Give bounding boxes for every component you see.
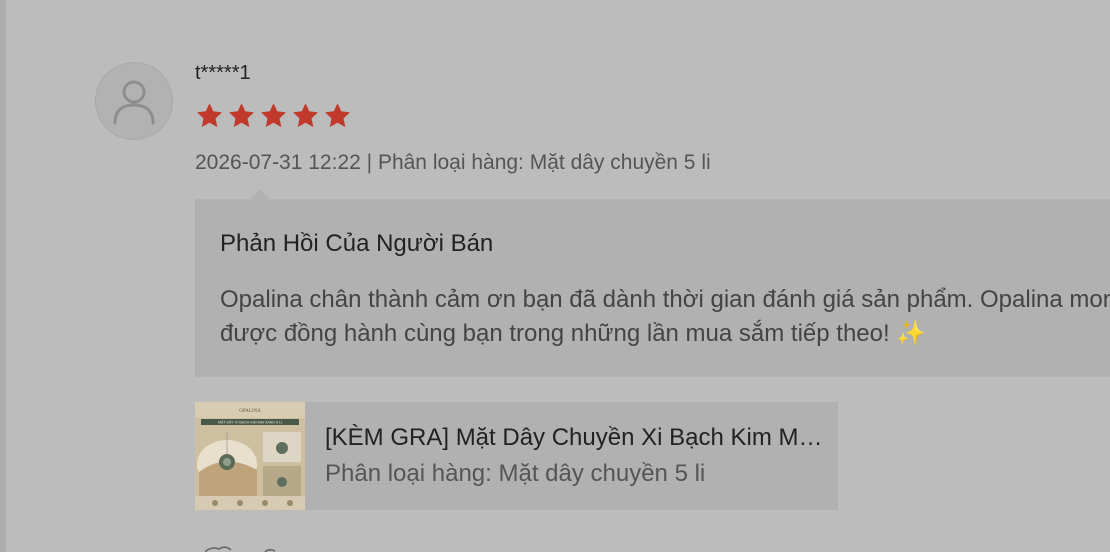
reply-pointer — [250, 189, 270, 199]
thumbnail-caption: MẶT DÂY XI BẠCH KIM MAI XANH 5 LI — [218, 421, 282, 425]
meta-separator: | — [360, 151, 378, 174]
star-icon — [325, 103, 350, 127]
product-name[interactable]: [KÈM GRA] Mặt Dây Chuyền Xi Bạch Kim Mai… — [325, 424, 825, 452]
avatar — [95, 62, 173, 140]
seller-reply: Phản Hồi Của Người Bán Opalina chân thàn… — [195, 199, 1110, 377]
review-meta: 2026-07-31 12:22 | Phân loại hàng: Mặt d… — [195, 151, 711, 175]
seller-reply-text: Opalina chân thành cảm ơn bạn đã dành th… — [220, 286, 1110, 347]
reviewer-username: t*****1 — [195, 62, 251, 84]
review-variant: Phân loại hàng: Mặt dây chuyền 5 li — [377, 151, 711, 174]
product-thumbnail: OPALINA MẶT DÂY XI BẠCH KIM MAI XANH 5 L… — [195, 402, 305, 510]
star-icon — [293, 103, 318, 127]
seller-reply-title: Phản Hồi Của Người Bán — [220, 230, 494, 257]
star-icon — [229, 103, 254, 127]
product-variant: Phân loại hàng: Mặt dây chuyền 5 li — [325, 460, 706, 487]
next-review-partial — [205, 546, 276, 552]
page-left-edge — [0, 0, 6, 552]
star-icon — [261, 103, 286, 127]
product-card[interactable]: OPALINA MẶT DÂY XI BẠCH KIM MAI XANH 5 L… — [195, 402, 838, 510]
review-date: 2026-07-31 12:22 — [195, 151, 361, 174]
user-icon — [113, 80, 155, 125]
thumbnail-brand: OPALINA — [239, 409, 261, 414]
star-icon — [197, 103, 222, 127]
rating-stars — [195, 101, 352, 131]
